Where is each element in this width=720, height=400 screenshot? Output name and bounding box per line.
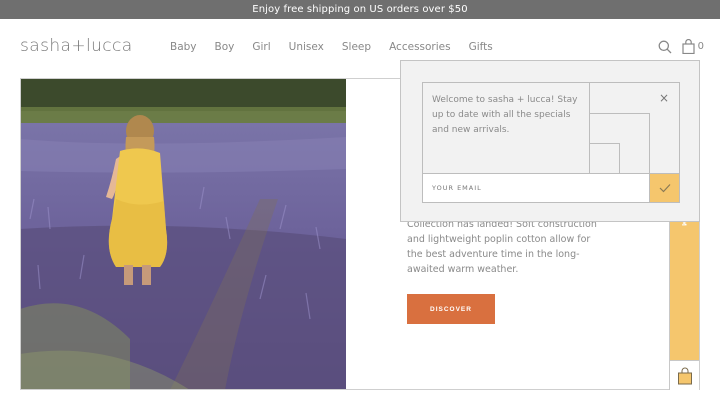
hero-image bbox=[20, 79, 346, 390]
email-signup-row bbox=[422, 173, 680, 203]
site-logo[interactable]: sasha+lucca bbox=[20, 36, 133, 56]
main-nav: Baby Boy Girl Unisex Sleep Accessories G… bbox=[170, 41, 511, 53]
discover-button[interactable]: DISCOVER bbox=[407, 294, 495, 324]
nav-item-sleep[interactable]: Sleep bbox=[342, 41, 371, 53]
nav-item-boy[interactable]: Boy bbox=[215, 41, 235, 53]
newsletter-popup: Welcome to sasha + lucca! Stay up to dat… bbox=[400, 60, 700, 222]
nav-item-unisex[interactable]: Unisex bbox=[289, 41, 324, 53]
nav-item-baby[interactable]: Baby bbox=[170, 41, 197, 53]
nav-item-accessories[interactable]: Accessories bbox=[389, 41, 451, 53]
promo-banner: Enjoy free shipping on US orders over $5… bbox=[0, 0, 720, 19]
search-icon[interactable] bbox=[658, 40, 672, 54]
promo-text: Enjoy free shipping on US orders over $5… bbox=[252, 4, 468, 15]
popup-decoration bbox=[589, 143, 620, 173]
shopping-bag-icon bbox=[677, 367, 692, 384]
shopping-bag-icon[interactable] bbox=[682, 39, 695, 54]
hero-body-text: Collection has landed! Soft construction… bbox=[407, 219, 597, 275]
checkmark-icon bbox=[659, 184, 670, 193]
nav-item-gifts[interactable]: Gifts bbox=[469, 41, 493, 53]
header-icons: 0 bbox=[658, 39, 704, 54]
email-input[interactable] bbox=[422, 173, 650, 203]
popup-inner-frame: Welcome to sasha + lucca! Stay up to dat… bbox=[422, 82, 680, 203]
side-bag-button[interactable] bbox=[669, 360, 699, 390]
cart-count[interactable]: 0 bbox=[698, 41, 704, 52]
close-icon[interactable]: × bbox=[659, 91, 669, 105]
popup-message: Welcome to sasha + lucca! Stay up to dat… bbox=[432, 95, 578, 135]
nav-item-girl[interactable]: Girl bbox=[252, 41, 270, 53]
email-submit-button[interactable] bbox=[650, 173, 680, 203]
side-tab[interactable] bbox=[669, 215, 699, 360]
